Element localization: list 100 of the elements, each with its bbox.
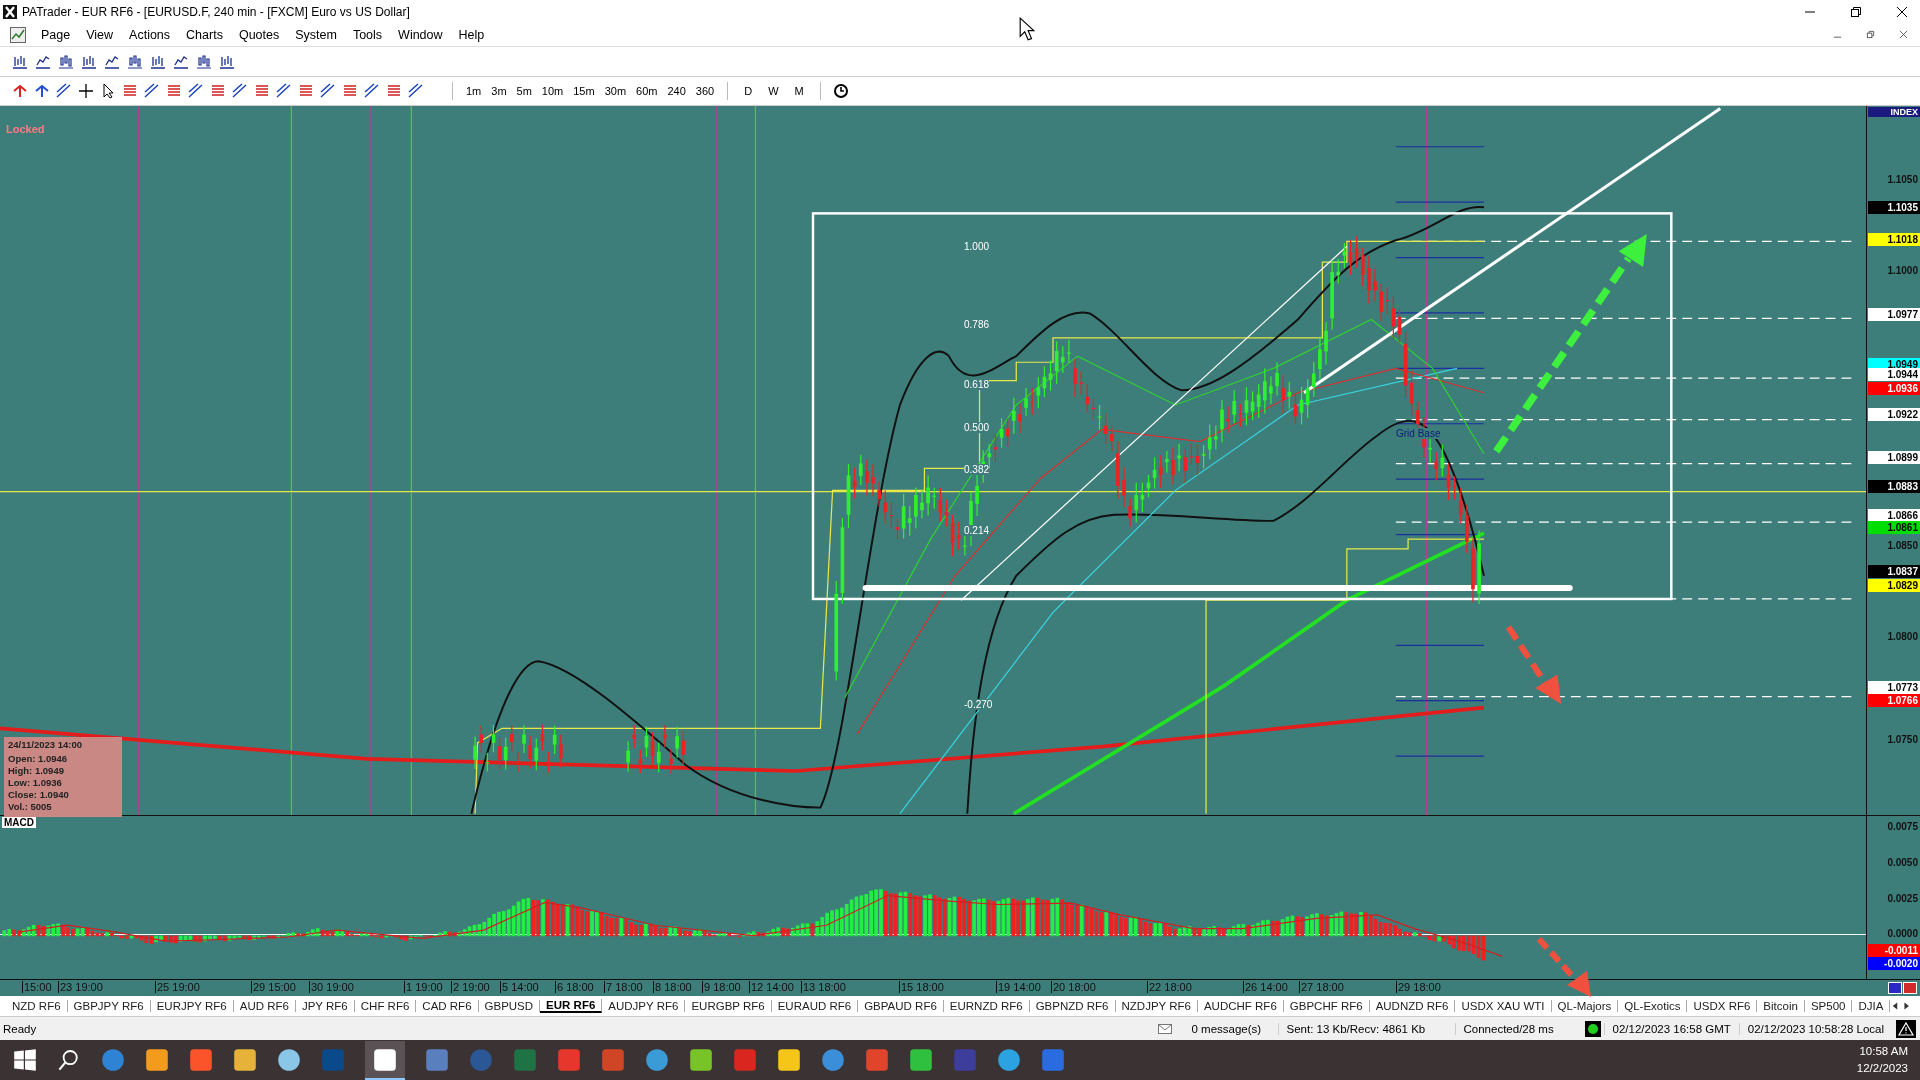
histogram-icon[interactable] xyxy=(219,53,235,70)
menu-item[interactable]: Tools xyxy=(345,27,392,42)
timeframe-button[interactable]: 360 xyxy=(694,84,716,97)
price-label: 1.1000 xyxy=(1886,263,1919,277)
connection-indicator-icon xyxy=(1584,1020,1601,1037)
crosshair-icon[interactable] xyxy=(78,82,94,99)
time-label: 15:00 xyxy=(22,981,52,994)
connection-status: Connected/28 ms xyxy=(1454,1022,1582,1035)
symbol-tab[interactable]: NZDJPY RF6 xyxy=(1115,1000,1198,1013)
channel-icon[interactable] xyxy=(188,82,204,99)
horizontal-line-icon[interactable] xyxy=(122,82,138,99)
symbol-tab[interactable]: CAD RF6 xyxy=(416,1000,479,1013)
chart-icon[interactable] xyxy=(10,26,26,43)
symbol-tab[interactable]: EURAUD RF6 xyxy=(771,1000,859,1013)
time-label: 8 18:00 xyxy=(653,981,692,994)
time-label: 29 18:00 xyxy=(1396,981,1441,994)
timeframe-button[interactable]: M xyxy=(790,84,808,97)
menu-item[interactable]: Quotes xyxy=(231,27,289,42)
price-marker: 1.1035 xyxy=(1868,200,1920,214)
timeframe-button[interactable]: 15m xyxy=(572,84,596,97)
symbol-tab[interactable]: EUR RF6 xyxy=(540,999,603,1014)
time-label: 25 19:00 xyxy=(155,981,200,994)
lock-status: Locked xyxy=(6,122,45,135)
navigation-icon[interactable] xyxy=(1888,982,1918,995)
menu-item[interactable]: System xyxy=(288,27,346,42)
ohlc-value: High: 1.0949 xyxy=(8,764,65,777)
restore-icon[interactable] xyxy=(1850,5,1862,18)
candlestick-icon[interactable] xyxy=(58,53,74,70)
fibonacci-level-label: 0.214 xyxy=(964,524,990,536)
price-marker: 1.0837 xyxy=(1868,564,1920,578)
time-label: 15 18:00 xyxy=(899,981,944,994)
time-label: 1 19:00 xyxy=(404,981,443,994)
symbol-tab[interactable]: NZD RF6 xyxy=(6,1000,68,1013)
symbol-tab[interactable]: DJIA xyxy=(1852,1000,1891,1013)
restore-icon[interactable] xyxy=(1866,30,1875,40)
symbol-tab[interactable]: USDX RF6 xyxy=(1687,1000,1758,1013)
symbol-tab[interactable]: GBPJPY RF6 xyxy=(67,1000,151,1013)
fibonacci-level-label: 0.382 xyxy=(964,463,990,475)
menu-item[interactable]: Actions xyxy=(122,27,180,42)
symbol-tab[interactable]: GBPNZD RF6 xyxy=(1029,1000,1116,1013)
indicator-label: MACD xyxy=(2,816,36,828)
clock-time: 10:58 AM xyxy=(1859,1044,1908,1059)
symbol-tab[interactable]: QL-Exotics xyxy=(1618,1000,1688,1013)
price-label: 1.0800 xyxy=(1886,629,1919,643)
timeframe-button[interactable]: 3m xyxy=(490,84,508,97)
envelope-icon xyxy=(1157,1023,1172,1034)
local-time: 02/12/2023 10:58:28 Local xyxy=(1738,1022,1892,1035)
symbol-tab[interactable]: AUDNZD RF6 xyxy=(1369,1000,1456,1013)
timeframe-button[interactable]: 240 xyxy=(666,84,687,97)
symbol-tab[interactable]: CHF RF6 xyxy=(354,1000,417,1013)
fibonacci-level-label: 0.618 xyxy=(964,378,990,390)
timeframe-button[interactable]: 60m xyxy=(635,84,659,97)
timeframe-button[interactable]: 1m xyxy=(465,84,483,97)
symbol-tab[interactable]: EURNZD RF6 xyxy=(943,1000,1030,1013)
symbol-tab[interactable]: QL-Majors xyxy=(1551,1000,1619,1013)
price-marker: 1.0829 xyxy=(1868,578,1920,592)
fibonacci-level-label: 1.000 xyxy=(964,240,990,252)
price-label: 1.1050 xyxy=(1886,172,1919,186)
close-icon[interactable] xyxy=(1896,5,1908,18)
timeframe-button[interactable]: 10m xyxy=(540,84,565,97)
price-label: 1.0850 xyxy=(1886,538,1919,552)
symbol-tab[interactable]: AUDJPY RF6 xyxy=(602,1000,686,1013)
price-marker: 1.0936 xyxy=(1868,381,1920,395)
timeframe-button[interactable]: W xyxy=(764,84,783,97)
mouse-pointer-icon xyxy=(1019,17,1035,42)
symbol-tab[interactable]: GBPAUD RF6 xyxy=(858,1000,944,1013)
clock-icon[interactable] xyxy=(832,82,849,99)
symbol-tab[interactable]: GBPCHF RF6 xyxy=(1283,1000,1370,1013)
macd-value-label: 0.0000 xyxy=(1886,926,1919,940)
menu-item[interactable]: Help xyxy=(451,27,494,42)
timeframe-button[interactable]: 30m xyxy=(603,84,628,97)
time-label: 12 14:00 xyxy=(749,981,794,994)
time-label: 7 18:00 xyxy=(604,981,643,994)
timeframe-button[interactable]: 5m xyxy=(515,84,533,97)
menu-item[interactable]: Charts xyxy=(179,27,232,42)
app-icon[interactable] xyxy=(365,1040,405,1080)
symbol-tab[interactable]: AUDCHF RF6 xyxy=(1197,1000,1284,1013)
candlestick-icon[interactable] xyxy=(196,53,212,70)
time-label: 20 18:00 xyxy=(1051,981,1096,994)
menu-item[interactable]: View xyxy=(79,27,123,42)
price-marker: 1.0977 xyxy=(1868,307,1920,321)
menu-item[interactable]: Window xyxy=(391,27,452,42)
time-label: 26 14:00 xyxy=(1243,981,1288,994)
ohlc-value: Low: 1.0936 xyxy=(8,776,63,789)
menu-item[interactable]: Page xyxy=(34,27,80,42)
symbol-tab[interactable]: Bitcoin xyxy=(1757,1000,1805,1013)
pointer-icon[interactable] xyxy=(100,82,116,99)
symbol-tab[interactable]: JPY RF6 xyxy=(295,1000,355,1013)
symbol-tab[interactable]: EURJPY RF6 xyxy=(150,1000,234,1013)
ohlc-value: Vol.: 5005 xyxy=(8,800,53,813)
time-label: 9 18:00 xyxy=(702,981,741,994)
symbol-tab[interactable]: AUD RF6 xyxy=(233,1000,296,1013)
status-text: Ready xyxy=(2,1022,37,1035)
symbol-tab[interactable]: EURGBP RF6 xyxy=(685,1000,772,1013)
price-marker: 1.0922 xyxy=(1868,407,1920,421)
timeframe-button[interactable]: D xyxy=(740,84,757,97)
time-label: 6 18:00 xyxy=(555,981,594,994)
symbol-tab[interactable]: USDX XAU WTI xyxy=(1455,1000,1552,1013)
symbol-tab[interactable]: SP500 xyxy=(1804,1000,1853,1013)
ohlc-value: Close: 1.0940 xyxy=(8,788,70,801)
